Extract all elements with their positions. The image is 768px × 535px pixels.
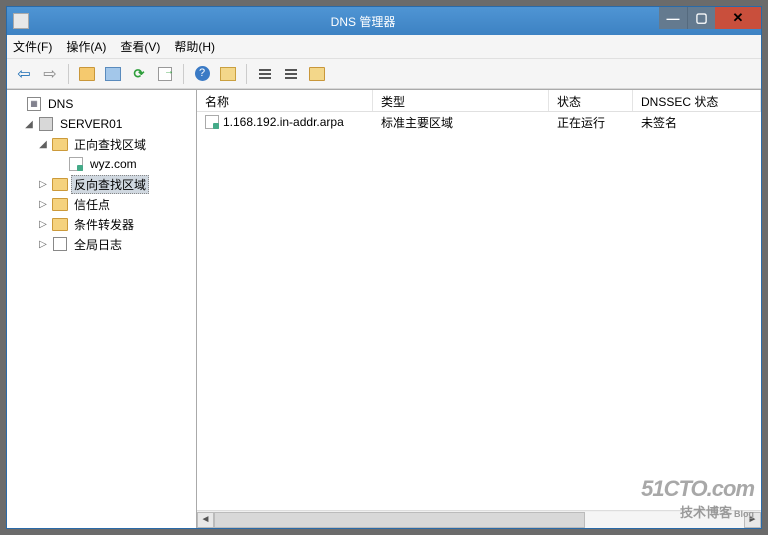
expander-icon[interactable]: ▷ (37, 179, 49, 190)
view-details-button[interactable] (280, 63, 302, 85)
column-header-name[interactable]: 名称 (197, 90, 373, 111)
menu-help[interactable]: 帮助(H) (174, 38, 215, 55)
column-header-type[interactable]: 类型 (373, 90, 549, 111)
tree-label: 全局日志 (71, 235, 125, 254)
back-button[interactable]: ⇦ (13, 63, 35, 85)
folder-icon (52, 198, 68, 211)
expander-icon[interactable]: ◢ (37, 139, 49, 150)
list-row[interactable]: 1.168.192.in-addr.arpa 标准主要区域 正在运行 未签名 (197, 112, 761, 132)
properties-button[interactable] (102, 63, 124, 85)
list-header: 名称 类型 状态 DNSSEC 状态 (197, 90, 761, 112)
dns-icon: ▦ (27, 97, 41, 111)
toolbar-separator (68, 64, 69, 84)
expander-icon[interactable]: ◢ (23, 119, 35, 130)
tree-root-dns[interactable]: ▦ DNS (7, 94, 196, 114)
export-button[interactable] (154, 63, 176, 85)
expander-icon[interactable]: ▷ (37, 199, 49, 210)
server-icon (39, 117, 53, 131)
toolbar-separator (246, 64, 247, 84)
help-button[interactable]: ? (191, 63, 213, 85)
column-header-state[interactable]: 状态 (549, 90, 633, 111)
cell-state: 正在运行 (549, 114, 633, 131)
scroll-left-button[interactable]: ◄ (197, 512, 214, 528)
scroll-thumb[interactable] (214, 512, 585, 528)
main-area: ▦ DNS ◢ SERVER01 ◢ 正向查找区域 wyz.com ▷ (7, 89, 761, 528)
column-header-dnssec[interactable]: DNSSEC 状态 (633, 90, 761, 111)
tree-pane[interactable]: ▦ DNS ◢ SERVER01 ◢ 正向查找区域 wyz.com ▷ (7, 90, 197, 528)
cell-dnssec: 未签名 (633, 114, 761, 131)
view-tiles-button[interactable] (306, 63, 328, 85)
view-list-button[interactable] (254, 63, 276, 85)
toolbar-separator (183, 64, 184, 84)
tree-label: 信任点 (71, 195, 113, 214)
scroll-track[interactable] (214, 512, 744, 528)
menubar: 文件(F) 操作(A) 查看(V) 帮助(H) (7, 35, 761, 59)
dns-manager-window: DNS 管理器 — ▢ ✕ 文件(F) 操作(A) 查看(V) 帮助(H) ⇦ … (6, 6, 762, 529)
scroll-right-button[interactable]: ► (744, 512, 761, 528)
tree-server[interactable]: ◢ SERVER01 (7, 114, 196, 134)
content-pane: 名称 类型 状态 DNSSEC 状态 1.168.192.in-addr.arp… (197, 90, 761, 528)
zone-icon (69, 157, 83, 171)
horizontal-scrollbar[interactable]: ◄ ► (197, 510, 761, 528)
log-icon (53, 237, 67, 251)
window-title: DNS 管理器 (35, 13, 761, 30)
expander-icon[interactable]: ▷ (37, 219, 49, 230)
show-hide-tree-button[interactable] (217, 63, 239, 85)
cell-type: 标准主要区域 (373, 114, 549, 131)
tree-reverse-zones[interactable]: ▷ 反向查找区域 (7, 174, 196, 194)
menu-actions[interactable]: 操作(A) (66, 38, 106, 55)
folder-icon (52, 218, 68, 231)
tree-label: wyz.com (87, 156, 140, 172)
tree-zone-wyz[interactable]: wyz.com (7, 154, 196, 174)
menu-file[interactable]: 文件(F) (13, 38, 52, 55)
close-button[interactable]: ✕ (715, 7, 761, 29)
titlebar[interactable]: DNS 管理器 — ▢ ✕ (7, 7, 761, 35)
cell-name: 1.168.192.in-addr.arpa (223, 115, 344, 129)
tree-global-logs[interactable]: ▷ 全局日志 (7, 234, 196, 254)
list-body[interactable]: 1.168.192.in-addr.arpa 标准主要区域 正在运行 未签名 (197, 112, 761, 510)
tree-label: 正向查找区域 (71, 135, 149, 154)
forward-button[interactable]: ⇨ (39, 63, 61, 85)
tree-label: 条件转发器 (71, 215, 137, 234)
tree-conditional-forwarders[interactable]: ▷ 条件转发器 (7, 214, 196, 234)
app-icon (13, 13, 29, 29)
tree-trust-points[interactable]: ▷ 信任点 (7, 194, 196, 214)
zone-icon (205, 115, 219, 129)
refresh-button[interactable]: ⟳ (128, 63, 150, 85)
minimize-button[interactable]: — (659, 7, 687, 29)
tree-label: 反向查找区域 (71, 175, 149, 194)
expander-icon[interactable]: ▷ (37, 239, 49, 250)
tree-label: SERVER01 (57, 116, 125, 132)
folder-icon (52, 138, 68, 151)
window-controls: — ▢ ✕ (659, 7, 761, 29)
maximize-button[interactable]: ▢ (687, 7, 715, 29)
folder-icon (52, 178, 68, 191)
tree-forward-zones[interactable]: ◢ 正向查找区域 (7, 134, 196, 154)
menu-view[interactable]: 查看(V) (120, 38, 160, 55)
toolbar: ⇦ ⇨ ⟳ ? (7, 59, 761, 89)
tree-label: DNS (45, 96, 76, 112)
up-folder-button[interactable] (76, 63, 98, 85)
